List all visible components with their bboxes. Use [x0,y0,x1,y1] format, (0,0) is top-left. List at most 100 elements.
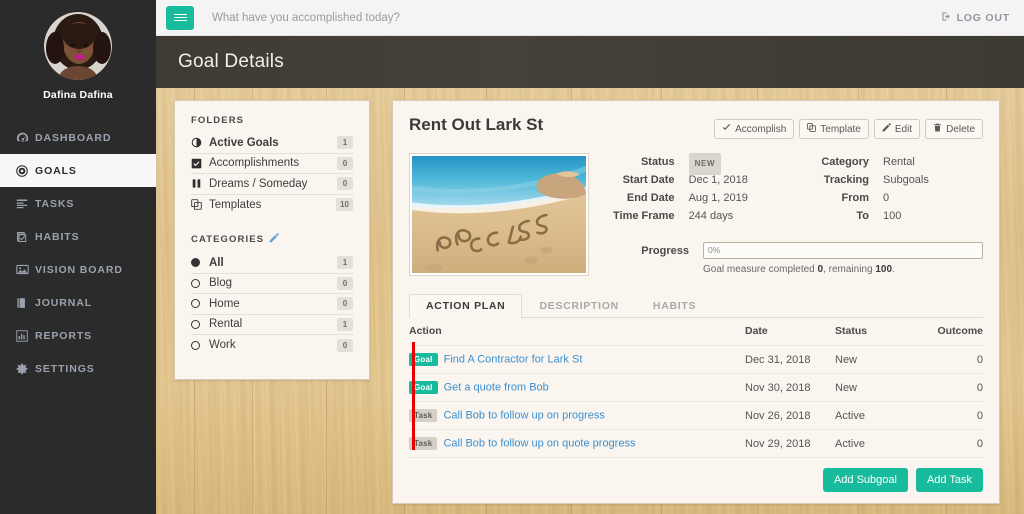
to-label: To [856,210,869,222]
radio-icon [191,319,209,329]
progress-note-suffix: . [892,264,895,275]
goal-meta-grid: Status Start Date End Date Time Frame NE… [613,153,983,225]
add-task-button[interactable]: Add Task [915,468,983,492]
table-row[interactable]: Task Call Bob to follow up on quote progr… [409,429,983,458]
time-frame-label: Time Frame [613,210,675,222]
sidebar-item-settings[interactable]: SETTINGS [0,352,156,385]
table-row[interactable]: Task Call Bob to follow up on progress No… [409,401,983,430]
sidebar-item-label: REPORTS [35,329,93,342]
avatar [44,12,112,80]
main-area: What have you accomplished today? LOG OU… [156,0,1024,514]
tab-habits[interactable]: HABITS [636,294,713,318]
table-row[interactable]: Goal Get a quote from Bob Nov 30, 2018 Ne… [409,373,983,402]
category-label: Category [821,156,869,168]
row-action-link[interactable]: Call Bob to follow up on progress [443,409,604,421]
sidebar-item-vision-board[interactable]: VISION BOARD [0,253,156,286]
goal-tabs: ACTION PLAN DESCRIPTION HABITS [409,294,983,318]
sidebar-item-tasks[interactable]: TASKS [0,187,156,220]
folder-item-templates[interactable]: Templates 10 [191,195,353,216]
folder-label: Templates [209,198,262,211]
hamburger-icon[interactable] [166,5,194,30]
tab-action-plan[interactable]: ACTION PLAN [409,294,523,318]
row-action-cell: Task Call Bob to follow up on quote progr… [409,429,745,458]
radio-icon [191,299,209,309]
sidebar: Dafina Dafina DASHBOARD GOALS TASKS HABI… [0,0,156,514]
row-status: Active [835,401,921,430]
category-label: Blog [209,277,233,290]
category-item-all[interactable]: All 1 [191,253,353,274]
category-label: Rental [209,318,243,331]
picture-icon [16,263,35,276]
row-outcome: 0 [921,429,983,458]
row-status: New [835,373,921,402]
folder-item-dreams-someday[interactable]: Dreams / Someday 0 [191,174,353,195]
pause-icon [191,178,209,189]
category-item-work[interactable]: Work 0 [191,335,353,356]
categories-heading: CATEGORIES [191,233,353,246]
row-action-link[interactable]: Get a quote from Bob [444,381,549,393]
progress-bar: 0% [703,242,983,259]
sidebar-item-habits[interactable]: HABITS [0,220,156,253]
categories-heading-label: CATEGORIES [191,234,265,245]
category-label: Work [209,339,236,352]
progress-row: Progress 0% Goal measure completed 0, re… [613,242,983,275]
sidebar-item-journal[interactable]: JOURNAL [0,286,156,319]
goal-actions: Accomplish Template Edit Delete [714,115,983,139]
sidebar-item-label: HABITS [35,230,80,243]
delete-button[interactable]: Delete [925,119,983,139]
clone-icon [191,199,209,211]
dashboard-icon [16,131,35,144]
goal-card-footer: Add Subgoal Add Task [409,458,983,504]
beach-success-photo [412,156,586,273]
progress-label: Progress [641,245,689,257]
goal-body: Status Start Date End Date Time Frame NE… [409,153,983,276]
category-count: 0 [337,297,353,311]
edit-pencil-icon[interactable] [269,233,279,246]
row-action-link[interactable]: Call Bob to follow up on quote progress [443,437,635,449]
folders-heading: FOLDERS [191,115,353,126]
sign-out-icon [941,11,952,25]
app-root: Dafina Dafina DASHBOARD GOALS TASKS HABI… [0,0,1024,514]
row-outcome: 0 [921,345,983,374]
row-date: Nov 29, 2018 [745,429,835,458]
radio-icon [191,278,209,288]
goal-meta-right: Category Tracking From To Rental Subgoal… [785,153,983,225]
logout-button[interactable]: LOG OUT [941,11,1010,25]
row-status: Active [835,429,921,458]
folder-item-active-goals[interactable]: Active Goals 1 [191,133,353,154]
sidebar-item-label: JOURNAL [35,296,93,309]
sidebar-item-label: DASHBOARD [35,131,112,144]
row-date: Nov 30, 2018 [745,373,835,402]
row-action-cell: Goal Find A Contractor for Lark St [409,345,745,374]
category-item-home[interactable]: Home 0 [191,294,353,315]
progress-note-remaining: 100 [875,264,893,275]
template-button[interactable]: Template [799,119,869,139]
table-row[interactable]: Goal Find A Contractor for Lark St Dec 31… [409,345,983,374]
accomplish-button[interactable]: Accomplish [714,119,795,139]
category-item-blog[interactable]: Blog 0 [191,274,353,294]
sidebar-item-dashboard[interactable]: DASHBOARD [0,121,156,154]
folder-item-accomplishments[interactable]: Accomplishments 0 [191,154,353,174]
category-count: 1 [337,256,353,270]
category-item-rental[interactable]: Rental 1 [191,315,353,335]
tab-description[interactable]: DESCRIPTION [522,294,635,318]
book-icon [16,297,35,309]
topbar: What have you accomplished today? LOG OU… [156,0,1024,36]
category-count: 0 [337,276,353,290]
row-date: Nov 26, 2018 [745,401,835,430]
radio-selected-icon [191,258,209,268]
time-frame-value: 244 days [688,210,734,222]
bullseye-icon [16,164,35,177]
goal-thumbnail[interactable] [409,153,589,276]
edit-button[interactable]: Edit [873,119,921,139]
sidebar-item-goals[interactable]: GOALS [0,154,156,187]
sidebar-item-reports[interactable]: REPORTS [0,319,156,352]
start-date-label: Start Date [622,174,675,186]
page-title: Goal Details [178,51,284,72]
row-action-link[interactable]: Find A Contractor for Lark St [444,353,583,365]
end-date-label: End Date [626,192,675,204]
progress-wrap: 0% Goal measure completed 0, remaining 1… [689,242,983,275]
add-subgoal-button[interactable]: Add Subgoal [822,468,908,492]
header-action: Action [409,318,745,346]
sidebar-profile: Dafina Dafina [0,0,156,107]
